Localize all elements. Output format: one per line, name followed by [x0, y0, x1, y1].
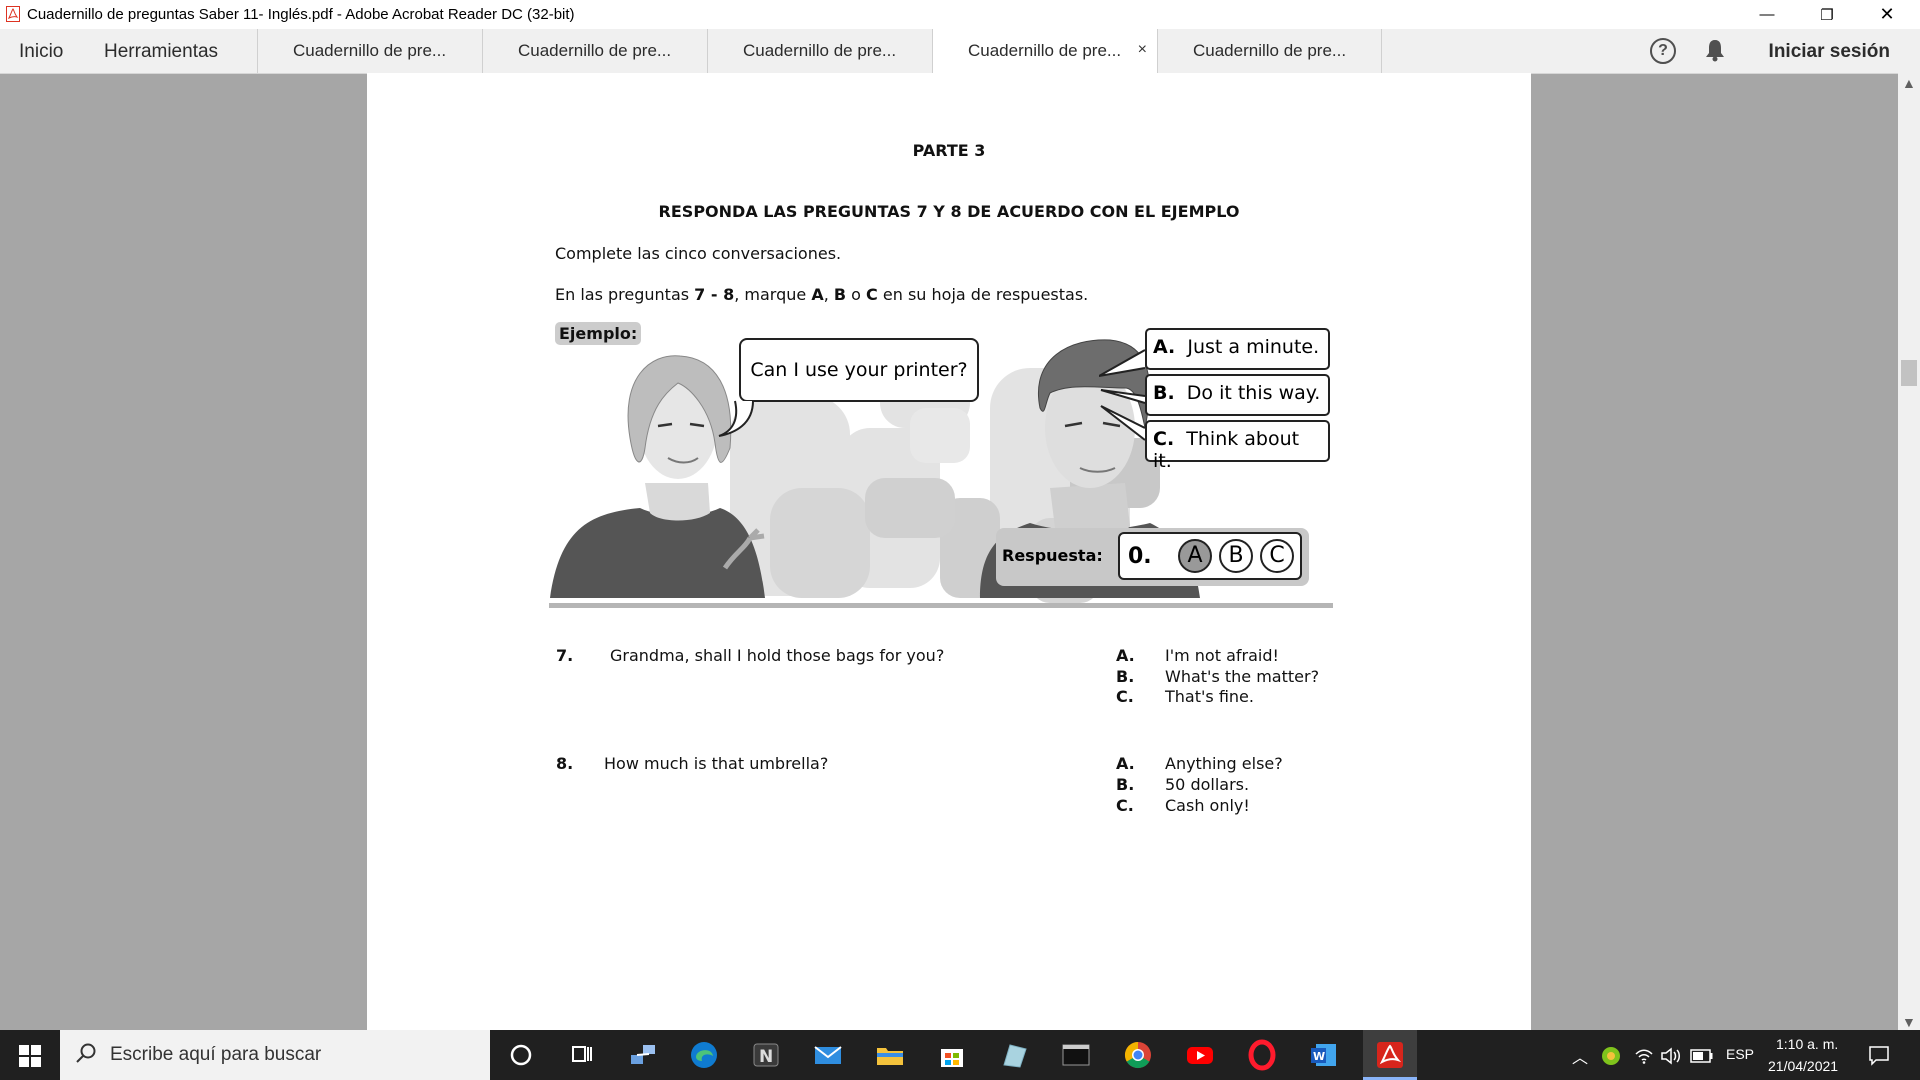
answer-box: Respuesta: 0. A B C [996, 528, 1309, 586]
tab-bar: Inicio Herramientas Cuadernillo de pre..… [0, 29, 1920, 74]
document-tab[interactable]: Cuadernillo de pre... [257, 29, 482, 73]
cortana-icon[interactable] [505, 1039, 537, 1071]
acrobat-reader-icon [1377, 1042, 1403, 1068]
document-tab[interactable]: Cuadernillo de pre... [1157, 29, 1382, 73]
scroll-thumb[interactable] [1901, 360, 1917, 386]
option-text: I'm not afraid! [1165, 646, 1279, 665]
tab-label: Cuadernillo de pre... [968, 41, 1122, 60]
window-title: Cuadernillo de preguntas Saber 11- Inglé… [27, 6, 575, 23]
onenote-icon[interactable]: N [750, 1039, 782, 1071]
tray-chevron-icon[interactable]: ︿ [1572, 1044, 1588, 1068]
vertical-scrollbar[interactable]: ▲ ▼ [1898, 73, 1920, 1030]
answer-sheet: 0. A B C [1118, 532, 1302, 580]
option-text: That's fine. [1165, 687, 1254, 706]
sign-in-button[interactable]: Iniciar sesión [1769, 41, 1890, 63]
option-text: Anything else? [1165, 754, 1283, 773]
terminal-icon[interactable] [1060, 1039, 1092, 1071]
speech-bubble: Can I use your printer? [739, 338, 979, 402]
divider [549, 603, 1333, 608]
minimize-button[interactable]: — [1744, 0, 1790, 29]
windows-start-icon[interactable] [19, 1045, 41, 1067]
close-window-button[interactable]: ✕ [1864, 0, 1910, 29]
answer-number: 0. [1128, 544, 1152, 569]
status-tray-icon[interactable] [1601, 1046, 1621, 1066]
option-letter: A. [1116, 754, 1135, 773]
scroll-up-icon[interactable]: ▲ [1902, 75, 1916, 91]
chrome-icon[interactable] [1122, 1039, 1154, 1071]
svg-text:W: W [1313, 1050, 1325, 1063]
word-icon[interactable]: W [1308, 1039, 1340, 1071]
instruction-text: En las preguntas 7 - 8, marque A, B o C … [555, 285, 1089, 304]
network-app-icon[interactable] [627, 1039, 659, 1071]
help-icon[interactable]: ? [1650, 38, 1676, 64]
document-tab[interactable]: Cuadernillo de pre... [707, 29, 932, 73]
restore-button[interactable]: ❐ [1804, 0, 1850, 29]
notification-bell-icon[interactable] [1704, 38, 1726, 62]
section-heading: RESPONDA LAS PREGUNTAS 7 Y 8 DE ACUERDO … [658, 202, 1240, 221]
pdf-page: PARTE 3 RESPONDA LAS PREGUNTAS 7 Y 8 DE … [367, 73, 1531, 1030]
svg-text:N: N [759, 1047, 773, 1067]
store-icon[interactable] [936, 1039, 968, 1071]
option-text: Cash only! [1165, 796, 1250, 815]
option-letter: B. [1116, 667, 1135, 686]
instruction-text: Complete las cinco conversaciones. [555, 244, 842, 263]
option-letter: A. [1116, 646, 1135, 665]
tab-label: Cuadernillo de pre... [743, 41, 897, 60]
nav-tools[interactable]: Herramientas [104, 41, 218, 63]
scroll-down-icon[interactable]: ▼ [1902, 1014, 1916, 1030]
edge-browser-icon[interactable] [688, 1039, 720, 1071]
speech-bubble-tail [718, 400, 754, 437]
title-bar: Cuadernillo de preguntas Saber 11- Inglé… [0, 0, 1920, 29]
option-text: 50 dollars. [1165, 775, 1250, 794]
answer-bubble-selected: A [1178, 539, 1212, 573]
document-tab-active[interactable]: Cuadernillo de pre... × [932, 29, 1157, 73]
document-tab[interactable]: Cuadernillo de pre... [482, 29, 707, 73]
notification-center-icon[interactable] [1868, 1044, 1890, 1066]
language-indicator[interactable]: ESP [1726, 1046, 1754, 1062]
answer-label: Respuesta: [1002, 546, 1103, 565]
tab-label: Cuadernillo de pre... [1193, 41, 1347, 60]
close-tab-icon[interactable]: × [1138, 41, 1147, 59]
taskbar: Escribe aquí para buscar N W ︿ ESP 1:10 … [0, 1030, 1920, 1080]
wifi-icon[interactable] [1634, 1046, 1654, 1066]
search-icon [76, 1043, 96, 1063]
taskbar-search-box[interactable]: Escribe aquí para buscar [60, 1030, 490, 1080]
option-text: What's the matter? [1165, 667, 1320, 686]
battery-icon[interactable] [1690, 1048, 1714, 1064]
example-option-b: B. Do it this way. [1145, 374, 1330, 416]
youtube-icon[interactable] [1184, 1039, 1216, 1071]
option-letter: C. [1116, 796, 1134, 815]
question-text: Grandma, shall I hold those bags for you… [610, 646, 945, 665]
mail-icon[interactable] [812, 1039, 844, 1071]
clock-date[interactable]: 21/04/2021 [1768, 1058, 1838, 1074]
option-pointers [1099, 349, 1146, 441]
tab-label: Cuadernillo de pre... [293, 41, 447, 60]
search-placeholder: Escribe aquí para buscar [110, 1044, 322, 1065]
answer-bubble: B [1219, 539, 1253, 573]
clock-time[interactable]: 1:10 a. m. [1776, 1036, 1838, 1052]
file-explorer-icon[interactable] [874, 1039, 906, 1071]
opera-icon[interactable] [1246, 1039, 1278, 1071]
example-option-a: A. Just a minute. [1145, 328, 1330, 370]
part-heading: PARTE 3 [912, 141, 986, 160]
acrobat-icon [6, 6, 20, 22]
notes-app-icon[interactable] [998, 1039, 1030, 1071]
nav-home[interactable]: Inicio [19, 41, 63, 63]
example-label: Ejemplo: [555, 322, 642, 345]
question-text: How much is that umbrella? [604, 754, 829, 773]
option-letter: B. [1116, 775, 1135, 794]
example-option-c: C. Think about it. [1145, 420, 1330, 472]
volume-icon[interactable] [1660, 1046, 1682, 1066]
speech-text: Can I use your printer? [750, 359, 968, 381]
option-letter: C. [1116, 687, 1134, 706]
tab-label: Cuadernillo de pre... [518, 41, 672, 60]
acrobat-taskbar-active[interactable] [1363, 1030, 1417, 1080]
task-view-icon[interactable] [566, 1039, 598, 1071]
question-number: 7. [556, 646, 574, 665]
question-number: 8. [556, 754, 574, 773]
answer-bubble: C [1260, 539, 1294, 573]
